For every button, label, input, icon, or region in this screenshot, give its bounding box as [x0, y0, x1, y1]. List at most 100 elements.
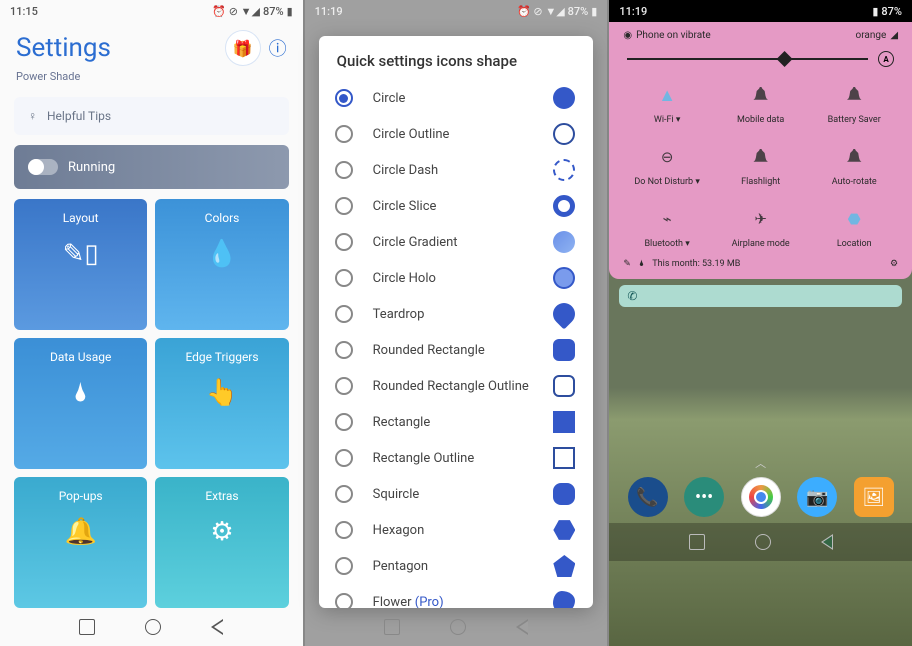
- card-data-usage[interactable]: Data Usage🌢: [14, 338, 147, 470]
- whatsapp-notification[interactable]: ✆: [619, 285, 902, 307]
- tile-flashlight[interactable]: Flashlight: [719, 143, 803, 187]
- home-button[interactable]: [450, 619, 466, 635]
- tile-airplane[interactable]: ✈Airplane mode: [719, 205, 803, 249]
- info-icon[interactable]: ⓘ: [269, 35, 287, 61]
- option-rounded-rectangle[interactable]: Rounded Rectangle: [319, 332, 594, 368]
- edit-icon[interactable]: ✎: [623, 259, 631, 269]
- circle-outline-icon: [553, 123, 575, 145]
- circle-slice-icon: [553, 195, 575, 217]
- option-circle-outline[interactable]: Circle Outline: [319, 116, 594, 152]
- panel-header: ◉ Phone on vibrate orange ◢: [623, 30, 898, 41]
- bell-icon: [748, 143, 774, 171]
- card-layout[interactable]: Layout✎▯: [14, 199, 147, 330]
- dialog-title: Quick settings icons shape: [319, 36, 594, 80]
- card-colors[interactable]: Colors💧: [155, 199, 288, 330]
- radio-icon: [335, 233, 353, 251]
- radio-icon: [335, 341, 353, 359]
- radio-icon: [335, 485, 353, 503]
- recents-button[interactable]: [384, 619, 400, 635]
- location-icon: ⬣: [841, 205, 867, 233]
- radio-icon: [335, 449, 353, 467]
- carrier-label: orange: [856, 30, 887, 41]
- tile-wifi[interactable]: ▲Wi-Fi ▾: [625, 81, 709, 125]
- drop-icon: 💧: [206, 239, 238, 269]
- chrome-icon: [749, 485, 773, 509]
- whatsapp-icon: ✆: [627, 289, 637, 303]
- teardrop-icon: [549, 298, 580, 329]
- option-pentagon[interactable]: Pentagon: [319, 548, 594, 584]
- hexagon-icon: [553, 519, 575, 541]
- option-rounded-rectangle-outline[interactable]: Rounded Rectangle Outline: [319, 368, 594, 404]
- chrome-app[interactable]: [741, 477, 781, 517]
- settings-grid: Layout✎▯ Colors💧 Data Usage🌢 Edge Trigge…: [0, 199, 303, 608]
- bell-icon: [841, 143, 867, 171]
- radio-icon: [335, 269, 353, 287]
- option-circle-holo[interactable]: Circle Holo: [319, 260, 594, 296]
- home-button[interactable]: [755, 534, 771, 550]
- phone-app[interactable]: 📞: [628, 477, 668, 517]
- back-button[interactable]: [821, 534, 833, 550]
- circle-icon: [553, 87, 575, 109]
- shape-dialog-screen: 11:19 ⏰ ⊘ ▼◢ 87% ▮ Quick settings icons …: [305, 0, 608, 646]
- option-circle[interactable]: Circle: [319, 80, 594, 116]
- settings-icon[interactable]: ⚙: [890, 259, 898, 269]
- recents-button[interactable]: [79, 619, 95, 635]
- messages-app[interactable]: •••: [684, 477, 724, 517]
- radio-icon: [335, 593, 353, 608]
- option-rectangle[interactable]: Rectangle: [319, 404, 594, 440]
- option-flower[interactable]: Flower (Pro): [319, 584, 594, 608]
- rectangle-icon: [553, 411, 575, 433]
- subtitle: Power Shade: [0, 70, 303, 93]
- auto-brightness-button[interactable]: A: [878, 51, 894, 67]
- option-circle-slice[interactable]: Circle Slice: [319, 188, 594, 224]
- radio-icon: [335, 377, 353, 395]
- card-edge-triggers[interactable]: Edge Triggers👆: [155, 338, 288, 470]
- airplane-icon: ✈: [748, 205, 774, 233]
- touch-icon: 👆: [206, 378, 238, 408]
- option-teardrop[interactable]: Teardrop: [319, 296, 594, 332]
- bell-icon: 🔔: [64, 517, 96, 547]
- gift-button[interactable]: 🎁: [225, 30, 261, 66]
- tips-label: Helpful Tips: [47, 109, 111, 123]
- status-bar: 11:15 ⏰ ⊘ ▼◢ 87% ▮: [0, 0, 303, 22]
- squircle-icon: [553, 483, 575, 505]
- recents-button[interactable]: [689, 534, 705, 550]
- running-toggle[interactable]: [28, 159, 58, 175]
- radio-icon: [335, 197, 353, 215]
- tile-bluetooth[interactable]: ⌁Bluetooth ▾: [625, 205, 709, 249]
- panel-footer: ✎ 🌢 This month: 53.19 MB ⚙: [623, 259, 898, 269]
- tile-mobile-data[interactable]: Mobile data: [719, 81, 803, 125]
- radio-icon: [335, 521, 353, 539]
- gear-icon: ⚙: [210, 517, 233, 547]
- chevron-up-icon[interactable]: ︿: [609, 455, 912, 471]
- card-extras[interactable]: Extras⚙: [155, 477, 288, 608]
- radio-icon: [335, 413, 353, 431]
- status-icons: ⏰ ⊘ ▼◢ 87% ▮: [212, 5, 292, 18]
- tile-auto-rotate[interactable]: Auto-rotate: [812, 143, 896, 187]
- dnd-icon: ⊖: [654, 143, 680, 171]
- radio-icon: [335, 125, 353, 143]
- option-circle-gradient[interactable]: Circle Gradient: [319, 224, 594, 260]
- brightness-slider[interactable]: A: [627, 51, 894, 67]
- tile-dnd[interactable]: ⊖Do Not Disturb ▾: [625, 143, 709, 187]
- vibrate-label: Phone on vibrate: [636, 30, 711, 41]
- rounded-rect-outline-icon: [553, 375, 575, 397]
- home-button[interactable]: [145, 619, 161, 635]
- helpful-tips-card[interactable]: ♀ Helpful Tips: [14, 97, 289, 135]
- option-rectangle-outline[interactable]: Rectangle Outline: [319, 440, 594, 476]
- tile-location[interactable]: ⬣Location: [812, 205, 896, 249]
- status-bar: 11:19 ⏰ ⊘ ▼◢ 87% ▮: [305, 0, 608, 22]
- option-hexagon[interactable]: Hexagon: [319, 512, 594, 548]
- camera-app[interactable]: 📷: [797, 477, 837, 517]
- back-button[interactable]: [516, 619, 528, 635]
- option-circle-dash[interactable]: Circle Dash: [319, 152, 594, 188]
- gallery-app[interactable]: 🖼: [854, 477, 894, 517]
- option-squircle[interactable]: Squircle: [319, 476, 594, 512]
- bell-icon: [748, 81, 774, 109]
- tile-battery-saver[interactable]: Battery Saver: [812, 81, 896, 125]
- vibrate-icon: ◉: [623, 30, 632, 41]
- back-button[interactable]: [211, 619, 223, 635]
- slider-thumb[interactable]: [777, 51, 793, 67]
- running-card[interactable]: Running: [14, 145, 289, 189]
- card-popups[interactable]: Pop-ups🔔: [14, 477, 147, 608]
